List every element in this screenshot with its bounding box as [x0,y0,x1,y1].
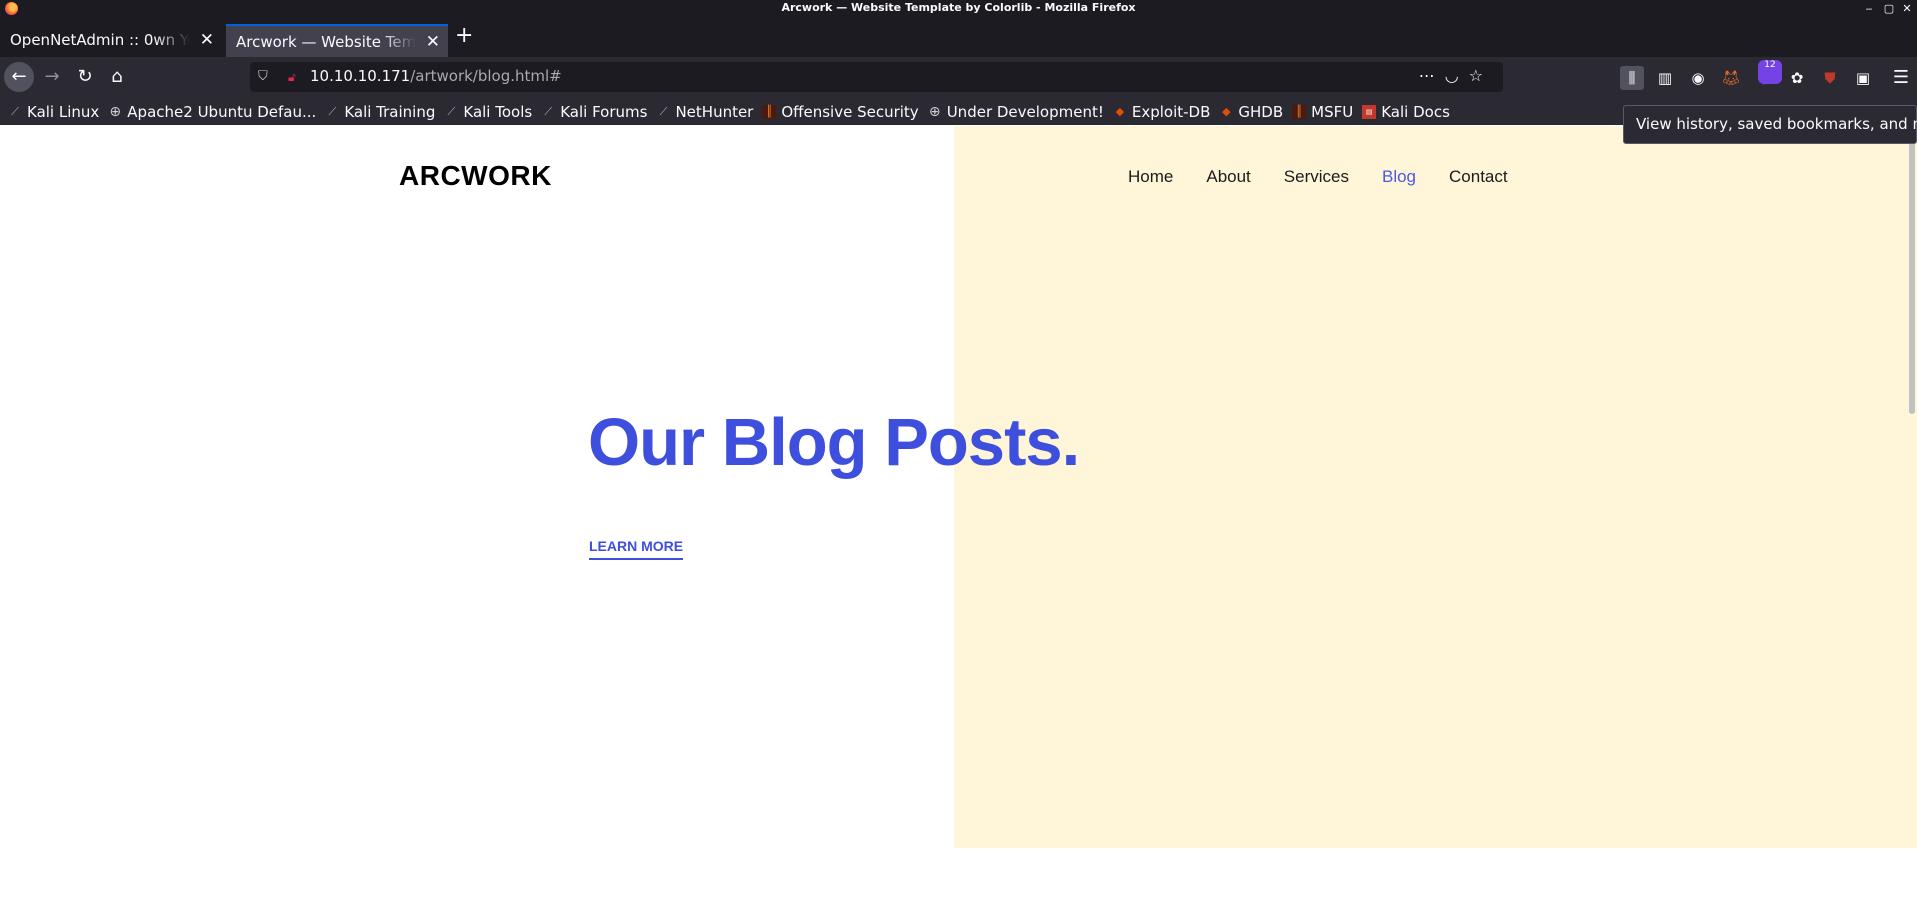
kali-dragon-icon: ⟋ [544,104,553,118]
cookie-icon[interactable]: ✿ [1785,66,1809,90]
offsec-icon: ║ [1292,104,1307,119]
scroll-thumb[interactable] [1909,134,1915,414]
nav-home[interactable]: Home [1128,167,1173,187]
bookmark-nethunter[interactable]: ⟋ NetHunter [656,102,754,121]
bookmark-kali-training[interactable]: ⟋ Kali Training [325,103,435,121]
close-tab-icon[interactable]: ✕ [426,30,440,55]
kali-dragon-icon: ⟋ [447,104,456,118]
bookmark-apache2[interactable]: ⊕ Apache2 Ubuntu Defau... [108,103,316,121]
url-text[interactable]: 10.10.10.171/artwork/blog.html# [310,67,562,85]
bookmark-label: Apache2 Ubuntu Defau... [127,102,317,121]
forward-button[interactable]: → [37,62,67,92]
bookmark-label: Kali Tools [463,102,533,121]
tab-label: Arcwork — Website Templa [236,33,416,51]
exploitdb-icon: ◆ [1115,104,1125,118]
window-titlebar: Arcwork — Website Template by Colorlib -… [0,0,1917,17]
url-bar[interactable]: ⛉ 🔓︎ 10.10.10.171/artwork/blog.html# ⋯◡☆ [250,62,1503,92]
bookmark-label: Kali Docs [1381,102,1450,121]
kali-docs-icon: ▤ [1362,104,1377,119]
bookmark-label: Under Development! [946,102,1104,121]
bookmark-star-icon[interactable]: ☆ [1469,66,1493,85]
hamburger-menu-icon[interactable]: ☰ [1893,66,1909,90]
bookmark-kali-linux[interactable]: ⟋ Kali Linux [8,103,99,121]
toolbar-extensions: ⫼ ▥ ◉ 🦊︎ ◆12 ✿ ⛊ ▣ [1620,60,1875,90]
nav-contact[interactable]: Contact [1449,167,1508,187]
bookmark-label: MSFU [1311,102,1354,121]
bookmark-label: Kali Forums [560,102,648,121]
hero-background-panel [954,126,1917,848]
bookmark-offensive-security[interactable]: ║ Offensive Security [762,102,919,121]
bookmark-kali-docs[interactable]: ▤ Kali Docs [1362,103,1450,121]
minimize-button[interactable]: ‒ [1861,0,1877,17]
page-content: ARCWORK Home About Services Blog Contact… [0,126,1917,918]
back-button[interactable]: ← [4,62,34,92]
bookmark-exploit-db[interactable]: ◆ Exploit-DB [1113,103,1211,121]
hero-title: Our Blog Posts. [588,405,1080,480]
account-icon[interactable]: ◉ [1686,66,1710,90]
window-title: Arcwork — Website Template by Colorlib -… [781,1,1136,14]
tab-opennetadmin[interactable]: OpenNetAdmin :: 0wn Your ✕ [0,24,222,57]
insecure-lock-icon[interactable]: 🔓︎ [288,70,301,84]
bookmark-label: Offensive Security [781,102,919,121]
site-nav: Home About Services Blog Contact [1128,167,1508,187]
library-tooltip: View history, saved bookmarks, and more [1623,105,1917,144]
url-actions: ⋯◡☆ [1419,66,1493,85]
nav-services[interactable]: Services [1284,167,1349,187]
bookmark-ghdb[interactable]: ◆ GHDB [1219,103,1283,121]
bookmark-label: Kali Linux [27,102,100,121]
home-button[interactable]: ⌂ [102,62,132,92]
tab-arcwork[interactable]: Arcwork — Website Templa ✕ [226,24,448,57]
nav-about[interactable]: About [1206,167,1250,187]
tab-strip: OpenNetAdmin :: 0wn Your ✕ Arcwork — Web… [0,17,1917,57]
library-icon[interactable]: ⫼ [1620,66,1644,90]
url-host: 10.10.10.171 [310,67,411,85]
bookmark-kali-forums[interactable]: ⟋ Kali Forums [541,103,647,121]
tracking-shield-icon[interactable]: ⛉ [258,69,271,85]
page-actions-icon[interactable]: ⋯ [1419,66,1445,85]
bookmark-label: NetHunter [675,102,754,121]
kali-dragon-icon: ⟋ [328,104,337,118]
screenshot-icon[interactable]: ▣ [1851,66,1875,90]
bookmark-label: GHDB [1238,102,1284,121]
site-logo[interactable]: ARCWORK [399,160,552,192]
bookmark-kali-tools[interactable]: ⟋ Kali Tools [444,102,533,121]
learn-more-link[interactable]: LEARN MORE [589,538,684,560]
pocket-icon[interactable]: ◡ [1445,66,1469,85]
tab-label: OpenNetAdmin :: 0wn Your [10,31,190,49]
close-tab-icon[interactable]: ✕ [200,28,214,53]
offsec-icon: ║ [762,104,777,119]
nav-blog[interactable]: Blog [1382,167,1416,187]
bookmark-label: Exploit-DB [1131,102,1211,121]
close-window-button[interactable]: ✕ [1899,0,1915,17]
foxyproxy-icon[interactable]: 🦊︎ [1719,66,1743,90]
reload-button[interactable]: ↻ [70,62,100,92]
exploitdb-icon: ◆ [1222,104,1231,118]
nav-toolbar: ← → ↻ ⌂ ⛉ 🔓︎ 10.10.10.171/artwork/blog.h… [0,57,1917,98]
ublock-icon[interactable]: ⛊ [1818,66,1842,90]
extension-icon[interactable]: ◆12 [1752,60,1782,90]
bookmark-label: Kali Training [344,102,436,121]
sidebar-icon[interactable]: ▥ [1653,66,1677,90]
bookmark-under-development[interactable]: ⊕ Under Development! [928,103,1104,121]
kali-dragon-icon: ⟋ [659,104,668,118]
url-path: /artwork/blog.html# [410,67,562,85]
kali-dragon-icon: ⟋ [11,104,19,118]
page-scrollbar[interactable] [1907,126,1917,918]
globe-icon: ⊕ [928,103,941,120]
extension-badge: 12 [1758,60,1782,84]
globe-icon: ⊕ [109,103,122,120]
maximize-button[interactable]: ▢ [1881,0,1897,17]
bookmark-msfu[interactable]: ║ MSFU [1292,103,1353,121]
new-tab-button[interactable]: + [455,25,473,47]
